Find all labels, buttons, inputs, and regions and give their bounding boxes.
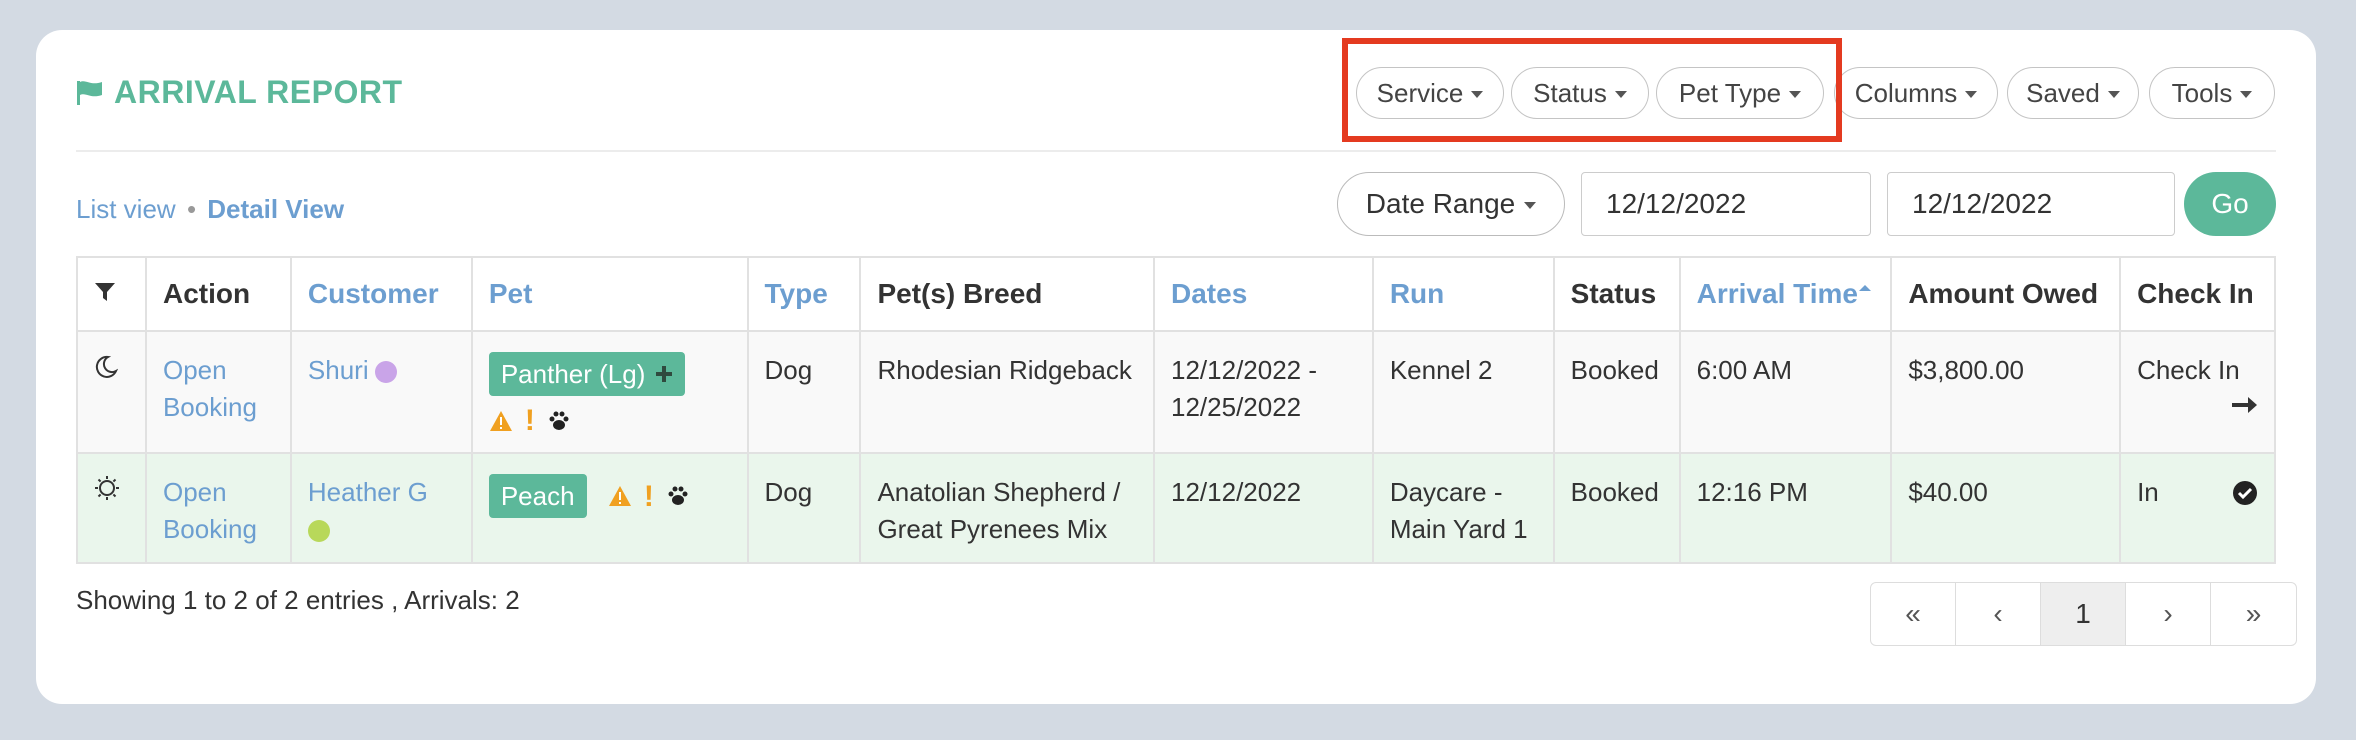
row-icon-cell xyxy=(76,452,147,564)
end-date-input[interactable]: 12/12/2022 xyxy=(1887,172,2175,236)
amount-owed-cell: $3,800.00 xyxy=(1890,330,2122,454)
table-header-row: Action Customer Pet Type Pet(s) Breed Da… xyxy=(76,256,2276,332)
flag-icon xyxy=(77,80,102,105)
customer-header[interactable]: Customer xyxy=(289,256,473,332)
customer-link[interactable]: Shuri xyxy=(308,355,369,385)
plus-icon xyxy=(656,366,673,382)
exclamation-icon[interactable]: ! xyxy=(525,402,535,439)
paw-icon[interactable] xyxy=(547,409,571,433)
run-cell: Daycare - Main Yard 1 xyxy=(1371,452,1555,564)
check-in-header: Check In xyxy=(2119,256,2276,332)
pet-header[interactable]: Pet xyxy=(470,256,749,332)
page-1-button[interactable]: 1 xyxy=(2041,583,2126,645)
dates-cell: 12/12/2022 - 12/25/2022 xyxy=(1153,330,1374,454)
entries-summary: Showing 1 to 2 of 2 entries , Arrivals: … xyxy=(76,585,520,615)
report-title: ARRIVAL REPORT xyxy=(76,74,403,111)
pet-name: Panther (Lg) xyxy=(500,358,646,389)
breed-cell: Rhodesian Ridgeback xyxy=(859,330,1155,454)
paw-icon[interactable] xyxy=(666,484,690,508)
view-separator: • xyxy=(186,194,197,224)
start-date-input[interactable]: 12/12/2022 xyxy=(1581,172,1871,236)
pet-cell: Peach ! xyxy=(470,452,749,564)
customer-status-dot xyxy=(374,361,397,384)
prev-page-button[interactable]: ‹ xyxy=(1956,583,2041,645)
warning-icon[interactable] xyxy=(608,485,632,507)
table-row: Open Booking Shuri Panther (Lg) ! Dog Rh… xyxy=(76,330,2276,454)
breed-cell: Anatolian Shepherd / Great Pyrenees Mix xyxy=(859,452,1155,564)
next-page-button[interactable]: › xyxy=(2126,583,2211,645)
amount-owed-cell: $40.00 xyxy=(1890,452,2122,564)
run-cell: Kennel 2 xyxy=(1371,330,1555,454)
arrival-time-header-label: Arrival Time xyxy=(1696,278,1858,309)
pet-tag[interactable]: Panther (Lg) xyxy=(488,352,686,396)
check-circle-icon[interactable] xyxy=(2232,480,2258,506)
saved-button[interactable]: Saved xyxy=(2007,67,2139,119)
dates-cell: 12/12/2022 xyxy=(1153,452,1374,564)
filter-highlight-box xyxy=(1342,38,1842,142)
date-range-button[interactable]: Date Range xyxy=(1337,172,1565,236)
pet-alert-icons: ! xyxy=(608,478,690,515)
status-cell: Booked xyxy=(1552,330,1681,454)
pet-cell: Panther (Lg) ! xyxy=(470,330,749,454)
first-page-button[interactable]: « xyxy=(1871,583,1956,645)
columns-label: Columns xyxy=(1854,77,1958,108)
pet-alert-icons: ! xyxy=(489,402,571,439)
pet-name: Peach xyxy=(500,480,575,511)
customer-cell: Shuri xyxy=(289,330,473,454)
detail-view-link[interactable]: Detail View xyxy=(207,194,344,224)
check-in-status: In xyxy=(2137,477,2159,507)
chevron-down-icon xyxy=(2240,91,2253,98)
pagination: « ‹ 1 › » xyxy=(1870,582,2297,646)
chevron-down-icon xyxy=(2107,91,2120,98)
last-page-button[interactable]: » xyxy=(2211,583,2296,645)
dates-header[interactable]: Dates xyxy=(1153,256,1374,332)
table-row: Open Booking Heather G Peach ! Dog Anato… xyxy=(76,452,2276,564)
arrival-time-header[interactable]: Arrival Time xyxy=(1678,256,1893,332)
view-switcher: List view • Detail View xyxy=(76,194,344,225)
arrivals-table: Action Customer Pet Type Pet(s) Breed Da… xyxy=(76,256,2276,564)
customer-link[interactable]: Heather G xyxy=(308,477,428,507)
exclamation-icon[interactable]: ! xyxy=(644,478,654,515)
arrival-time-cell: 12:16 PM xyxy=(1678,452,1893,564)
header-divider xyxy=(76,150,2276,152)
open-booking-link[interactable]: Open Booking xyxy=(144,452,292,564)
tools-label: Tools xyxy=(2171,77,2233,108)
check-in-link[interactable]: Check In xyxy=(2137,355,2240,385)
type-cell: Dog xyxy=(746,330,862,454)
type-cell: Dog xyxy=(746,452,862,564)
arrival-time-cell: 6:00 AM xyxy=(1678,330,1893,454)
action-header: Action xyxy=(144,256,292,332)
check-in-cell: In xyxy=(2119,452,2276,564)
columns-button[interactable]: Columns xyxy=(1834,67,1998,119)
chevron-down-icon xyxy=(1965,91,1978,98)
customer-cell: Heather G xyxy=(289,452,473,564)
chevron-down-icon xyxy=(1524,202,1537,209)
open-booking-link[interactable]: Open Booking xyxy=(144,330,292,454)
tools-button[interactable]: Tools xyxy=(2149,67,2275,119)
arrow-right-icon[interactable] xyxy=(2230,394,2258,416)
pet-tag[interactable]: Peach xyxy=(488,474,587,518)
status-cell: Booked xyxy=(1552,452,1681,564)
type-header[interactable]: Type xyxy=(746,256,862,332)
breed-header: Pet(s) Breed xyxy=(859,256,1155,332)
amount-owed-header: Amount Owed xyxy=(1890,256,2122,332)
date-range-label: Date Range xyxy=(1365,188,1516,219)
filter-icon xyxy=(95,283,115,301)
sun-icon xyxy=(95,476,119,500)
check-in-cell: Check In xyxy=(2119,330,2276,454)
saved-label: Saved xyxy=(2026,77,2100,108)
list-view-link[interactable]: List view xyxy=(76,194,176,224)
customer-status-dot xyxy=(307,520,330,543)
run-header[interactable]: Run xyxy=(1371,256,1555,332)
filter-column-header[interactable] xyxy=(76,256,147,332)
row-icon-cell xyxy=(76,330,147,454)
go-button[interactable]: Go xyxy=(2184,172,2276,236)
status-header: Status xyxy=(1552,256,1681,332)
sort-up-icon xyxy=(1858,285,1871,291)
moon-icon xyxy=(95,355,119,378)
warning-icon[interactable] xyxy=(489,410,513,432)
report-title-text: ARRIVAL REPORT xyxy=(114,74,403,110)
